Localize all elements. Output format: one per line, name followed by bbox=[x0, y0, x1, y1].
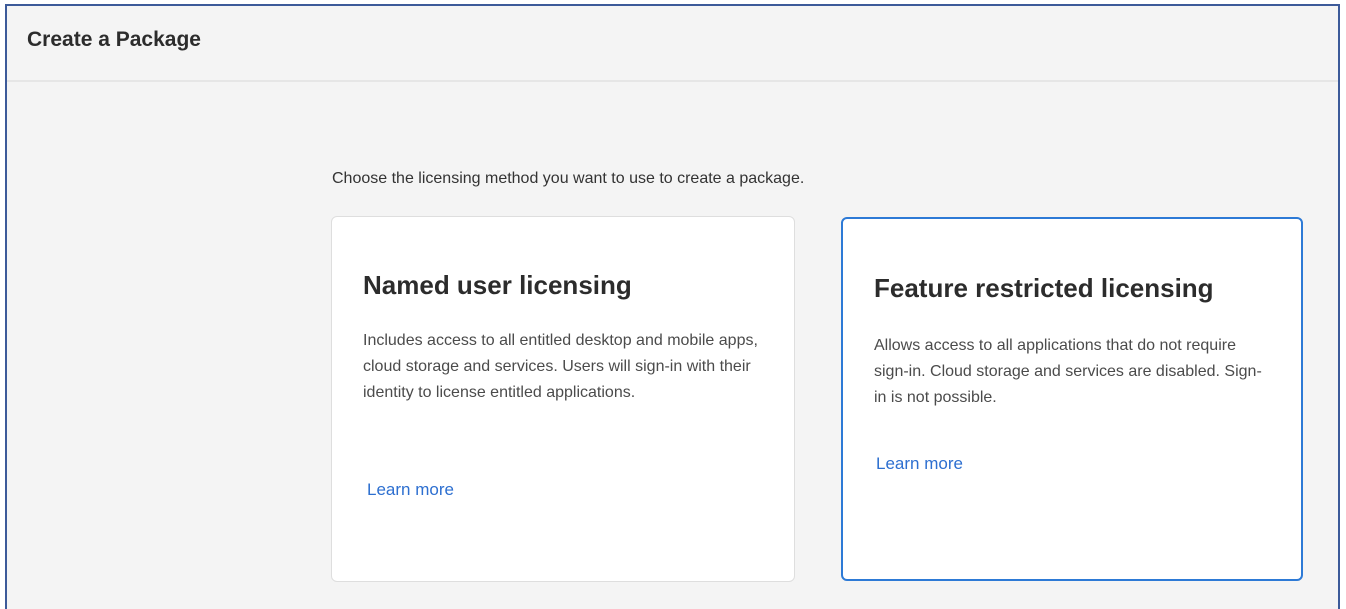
page-header: Create a Package bbox=[7, 6, 1338, 82]
learn-more-link[interactable]: Learn more bbox=[367, 480, 454, 500]
card-title: Named user licensing bbox=[363, 270, 632, 300]
learn-more-link[interactable]: Learn more bbox=[876, 454, 963, 474]
instructions-text: Choose the licensing method you want to … bbox=[332, 170, 805, 187]
page-title: Create a Package bbox=[27, 28, 201, 51]
feature-restricted-licensing-card[interactable]: Feature restricted licensing Allows acce… bbox=[841, 217, 1303, 581]
create-package-window: Create a Package Choose the licensing me… bbox=[5, 4, 1340, 609]
named-user-licensing-card[interactable]: Named user licensing Includes access to … bbox=[331, 216, 795, 582]
card-description: Includes access to all entitled desktop … bbox=[363, 332, 758, 401]
card-title: Feature restricted licensing bbox=[874, 273, 1214, 303]
licensing-method-selection: Choose the licensing method you want to … bbox=[7, 82, 1338, 602]
card-description: Allows access to all applications that d… bbox=[874, 337, 1262, 406]
